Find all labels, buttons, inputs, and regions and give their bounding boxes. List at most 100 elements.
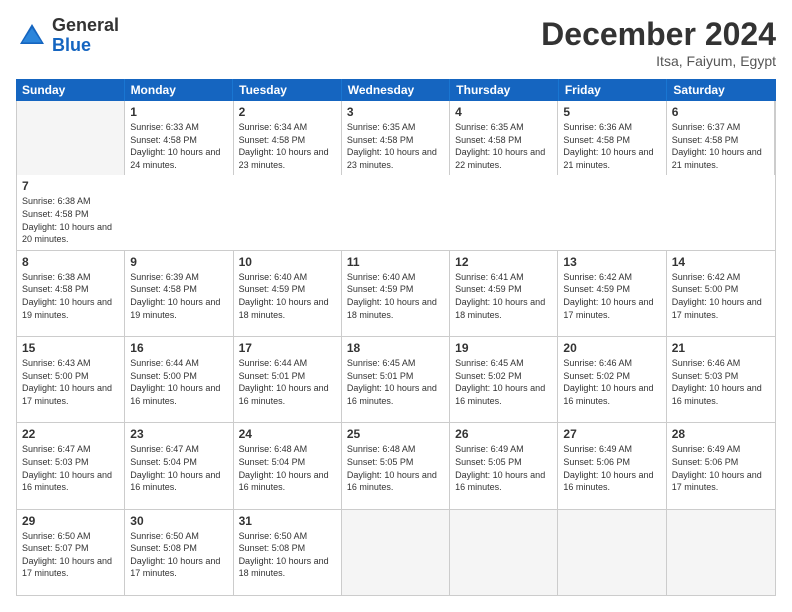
sunrise: Sunrise: 6:38 AM xyxy=(22,272,91,282)
daylight: Daylight: 10 hours and 18 minutes. xyxy=(347,297,437,320)
sunrise: Sunrise: 6:36 AM xyxy=(563,122,632,132)
cell-info: Sunrise: 6:33 AM Sunset: 4:58 PM Dayligh… xyxy=(130,121,227,171)
sunset: Sunset: 5:01 PM xyxy=(347,371,414,381)
day-number: 15 xyxy=(22,341,119,355)
cell-info: Sunrise: 6:50 AM Sunset: 5:08 PM Dayligh… xyxy=(239,530,336,580)
sunrise: Sunrise: 6:48 AM xyxy=(239,444,308,454)
daylight: Daylight: 10 hours and 17 minutes. xyxy=(22,383,112,406)
cell-info: Sunrise: 6:49 AM Sunset: 5:06 PM Dayligh… xyxy=(672,443,770,493)
cal-cell-dec22: 22 Sunrise: 6:47 AM Sunset: 5:03 PM Dayl… xyxy=(17,423,125,508)
page: General Blue December 2024 Itsa, Faiyum,… xyxy=(0,0,792,612)
cal-cell-dec7: 7 Sunrise: 6:38 AM Sunset: 4:58 PM Dayli… xyxy=(17,175,125,249)
cell-info: Sunrise: 6:47 AM Sunset: 5:04 PM Dayligh… xyxy=(130,443,227,493)
cell-info: Sunrise: 6:50 AM Sunset: 5:07 PM Dayligh… xyxy=(22,530,119,580)
cal-cell-dec23: 23 Sunrise: 6:47 AM Sunset: 5:04 PM Dayl… xyxy=(125,423,233,508)
calendar: Sunday Monday Tuesday Wednesday Thursday… xyxy=(16,79,776,596)
day-number: 25 xyxy=(347,427,444,441)
cell-info: Sunrise: 6:40 AM Sunset: 4:59 PM Dayligh… xyxy=(347,271,444,321)
cell-info: Sunrise: 6:38 AM Sunset: 4:58 PM Dayligh… xyxy=(22,195,120,245)
sunset: Sunset: 5:06 PM xyxy=(672,457,739,467)
sunrise: Sunrise: 6:42 AM xyxy=(563,272,632,282)
cal-cell-dec26: 26 Sunrise: 6:49 AM Sunset: 5:05 PM Dayl… xyxy=(450,423,558,508)
sunset: Sunset: 4:58 PM xyxy=(130,135,197,145)
location: Itsa, Faiyum, Egypt xyxy=(541,53,776,69)
cal-cell-dec24: 24 Sunrise: 6:48 AM Sunset: 5:04 PM Dayl… xyxy=(234,423,342,508)
day-number: 13 xyxy=(563,255,660,269)
day-number: 6 xyxy=(672,105,769,119)
day-number: 17 xyxy=(239,341,336,355)
sunset: Sunset: 5:00 PM xyxy=(130,371,197,381)
sunset: Sunset: 4:58 PM xyxy=(455,135,522,145)
cell-info: Sunrise: 6:49 AM Sunset: 5:06 PM Dayligh… xyxy=(563,443,660,493)
cal-cell-dec18: 18 Sunrise: 6:45 AM Sunset: 5:01 PM Dayl… xyxy=(342,337,450,422)
daylight: Daylight: 10 hours and 23 minutes. xyxy=(239,147,329,170)
daylight: Daylight: 10 hours and 22 minutes. xyxy=(455,147,545,170)
day-number: 11 xyxy=(347,255,444,269)
daylight: Daylight: 10 hours and 17 minutes. xyxy=(672,297,762,320)
cal-cell-dec16: 16 Sunrise: 6:44 AM Sunset: 5:00 PM Dayl… xyxy=(125,337,233,422)
day-number: 7 xyxy=(22,179,120,193)
cal-cell-empty-1 xyxy=(17,101,125,175)
daylight: Daylight: 10 hours and 16 minutes. xyxy=(239,470,329,493)
sunrise: Sunrise: 6:47 AM xyxy=(130,444,199,454)
daylight: Daylight: 10 hours and 17 minutes. xyxy=(672,470,762,493)
sunset: Sunset: 4:59 PM xyxy=(239,284,306,294)
sunrise: Sunrise: 6:50 AM xyxy=(239,531,308,541)
cal-cell-dec15: 15 Sunrise: 6:43 AM Sunset: 5:00 PM Dayl… xyxy=(17,337,125,422)
cal-cell-dec5: 5 Sunrise: 6:36 AM Sunset: 4:58 PM Dayli… xyxy=(558,101,666,175)
sunrise: Sunrise: 6:50 AM xyxy=(130,531,199,541)
sunset: Sunset: 5:05 PM xyxy=(455,457,522,467)
cell-info: Sunrise: 6:48 AM Sunset: 5:04 PM Dayligh… xyxy=(239,443,336,493)
cal-cell-dec1: 1 Sunrise: 6:33 AM Sunset: 4:58 PM Dayli… xyxy=(125,101,233,175)
cal-cell-empty-4 xyxy=(558,510,666,595)
cal-cell-dec10: 10 Sunrise: 6:40 AM Sunset: 4:59 PM Dayl… xyxy=(234,251,342,336)
daylight: Daylight: 10 hours and 19 minutes. xyxy=(130,297,220,320)
day-number: 5 xyxy=(563,105,660,119)
title-block: December 2024 Itsa, Faiyum, Egypt xyxy=(541,16,776,69)
daylight: Daylight: 10 hours and 16 minutes. xyxy=(239,383,329,406)
header-monday: Monday xyxy=(125,79,234,101)
logo-blue-text: Blue xyxy=(52,36,119,56)
week-row-5: 29 Sunrise: 6:50 AM Sunset: 5:07 PM Dayl… xyxy=(17,510,775,595)
day-number: 24 xyxy=(239,427,336,441)
cal-cell-dec6: 6 Sunrise: 6:37 AM Sunset: 4:58 PM Dayli… xyxy=(667,101,775,175)
cell-info: Sunrise: 6:39 AM Sunset: 4:58 PM Dayligh… xyxy=(130,271,227,321)
sunset: Sunset: 4:58 PM xyxy=(22,284,89,294)
sunset: Sunset: 5:08 PM xyxy=(130,543,197,553)
daylight: Daylight: 10 hours and 18 minutes. xyxy=(455,297,545,320)
sunset: Sunset: 5:06 PM xyxy=(563,457,630,467)
week-row-3: 15 Sunrise: 6:43 AM Sunset: 5:00 PM Dayl… xyxy=(17,337,775,423)
daylight: Daylight: 10 hours and 21 minutes. xyxy=(672,147,762,170)
cal-cell-dec2: 2 Sunrise: 6:34 AM Sunset: 4:58 PM Dayli… xyxy=(234,101,342,175)
cell-info: Sunrise: 6:46 AM Sunset: 5:02 PM Dayligh… xyxy=(563,357,660,407)
cal-cell-dec19: 19 Sunrise: 6:45 AM Sunset: 5:02 PM Dayl… xyxy=(450,337,558,422)
sunrise: Sunrise: 6:44 AM xyxy=(239,358,308,368)
day-number: 4 xyxy=(455,105,552,119)
sunrise: Sunrise: 6:38 AM xyxy=(22,196,91,206)
header-tuesday: Tuesday xyxy=(233,79,342,101)
cal-cell-dec11: 11 Sunrise: 6:40 AM Sunset: 4:59 PM Dayl… xyxy=(342,251,450,336)
header-sunday: Sunday xyxy=(16,79,125,101)
day-number: 12 xyxy=(455,255,552,269)
sunset: Sunset: 5:03 PM xyxy=(22,457,89,467)
logo: General Blue xyxy=(16,16,119,56)
cell-info: Sunrise: 6:36 AM Sunset: 4:58 PM Dayligh… xyxy=(563,121,660,171)
daylight: Daylight: 10 hours and 16 minutes. xyxy=(130,470,220,493)
sunset: Sunset: 4:58 PM xyxy=(239,135,306,145)
cal-cell-dec13: 13 Sunrise: 6:42 AM Sunset: 4:59 PM Dayl… xyxy=(558,251,666,336)
sunrise: Sunrise: 6:34 AM xyxy=(239,122,308,132)
sunset: Sunset: 5:03 PM xyxy=(672,371,739,381)
sunset: Sunset: 5:04 PM xyxy=(239,457,306,467)
sunset: Sunset: 5:04 PM xyxy=(130,457,197,467)
week-row-2: 8 Sunrise: 6:38 AM Sunset: 4:58 PM Dayli… xyxy=(17,251,775,337)
cal-cell-empty-2 xyxy=(342,510,450,595)
daylight: Daylight: 10 hours and 17 minutes. xyxy=(22,556,112,579)
header: General Blue December 2024 Itsa, Faiyum,… xyxy=(16,16,776,69)
sunrise: Sunrise: 6:35 AM xyxy=(455,122,524,132)
cal-cell-dec21: 21 Sunrise: 6:46 AM Sunset: 5:03 PM Dayl… xyxy=(667,337,775,422)
sunrise: Sunrise: 6:45 AM xyxy=(455,358,524,368)
daylight: Daylight: 10 hours and 16 minutes. xyxy=(455,470,545,493)
sunrise: Sunrise: 6:33 AM xyxy=(130,122,199,132)
sunset: Sunset: 5:08 PM xyxy=(239,543,306,553)
sunrise: Sunrise: 6:42 AM xyxy=(672,272,741,282)
